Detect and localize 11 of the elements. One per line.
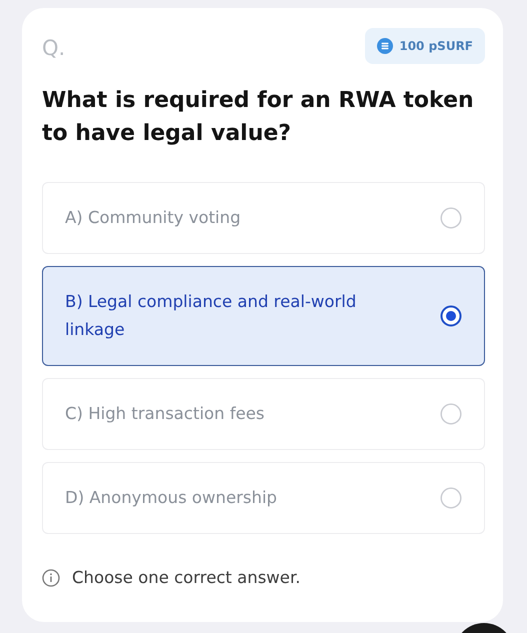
reward-amount: 100 pSURF [399, 39, 473, 53]
coin-icon [377, 38, 394, 54]
info-icon [42, 568, 60, 586]
question-label: Q. [42, 36, 66, 60]
answer-option[interactable]: A) Community voting [42, 182, 485, 254]
answer-option[interactable]: D) Anonymous ownership [42, 462, 485, 534]
radio-button[interactable] [440, 305, 462, 327]
question-text: What is required for an RWA token to have legal value? [42, 87, 475, 148]
answer-option[interactable]: C) High transaction fees [42, 378, 485, 450]
answer-option[interactable]: B) Legal compliance and real-world linkage [42, 266, 485, 366]
hint-text: Choose one correct answer. [72, 568, 300, 587]
